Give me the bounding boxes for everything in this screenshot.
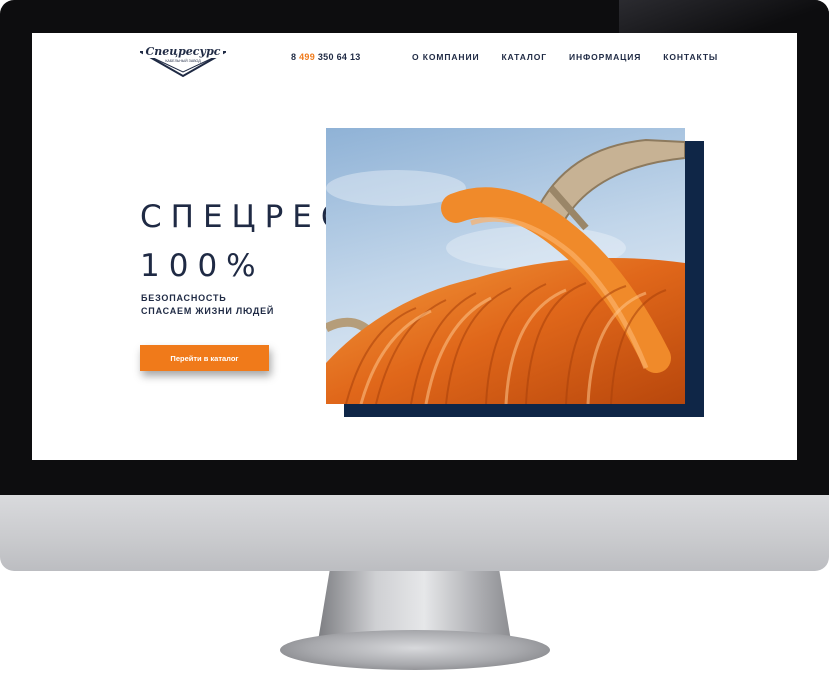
main-navigation: О КОМПАНИИ КАТАЛОГ ИНФОРМАЦИЯ КОНТАКТЫ <box>412 52 718 62</box>
monitor-stand-base <box>280 630 550 670</box>
cable-reel-photo <box>326 128 685 404</box>
nav-item-information[interactable]: ИНФОРМАЦИЯ <box>569 52 641 62</box>
phone-prefix: 8 <box>291 52 297 62</box>
monitor-chin <box>0 495 829 571</box>
company-logo[interactable]: Спецресурс КАБЕЛЬНЫЙ ЗАВОД <box>140 38 226 78</box>
hero-subtitle-line2: СПАСАЕМ ЖИЗНИ ЛЮДЕЙ <box>141 306 275 316</box>
phone-digits: 350 64 13 <box>317 52 361 62</box>
phone-number[interactable]: 8 499 350 64 13 <box>291 52 361 62</box>
logo-tagline: КАБЕЛЬНЫЙ ЗАВОД <box>165 59 201 63</box>
nav-item-catalog[interactable]: КАТАЛОГ <box>501 52 547 62</box>
logo-text: Спецресурс <box>146 45 221 58</box>
hero-subtitle-line1: БЕЗОПАСНОСТЬ <box>141 293 227 303</box>
nav-item-contacts[interactable]: КОНТАКТЫ <box>663 52 718 62</box>
phone-area-code: 499 <box>299 52 316 62</box>
nav-item-about[interactable]: О КОМПАНИИ <box>412 52 479 62</box>
imac-monitor: Спецресурс КАБЕЛЬНЫЙ ЗАВОД 8 499 350 64 … <box>0 0 829 682</box>
go-to-catalog-button[interactable]: Перейти в каталог <box>140 345 269 371</box>
website-screen: Спецресурс КАБЕЛЬНЫЙ ЗАВОД 8 499 350 64 … <box>32 33 797 460</box>
hero-subtitle: БЕЗОПАСНОСТЬ СПАСАЕМ ЖИЗНИ ЛЮДЕЙ <box>141 292 274 318</box>
